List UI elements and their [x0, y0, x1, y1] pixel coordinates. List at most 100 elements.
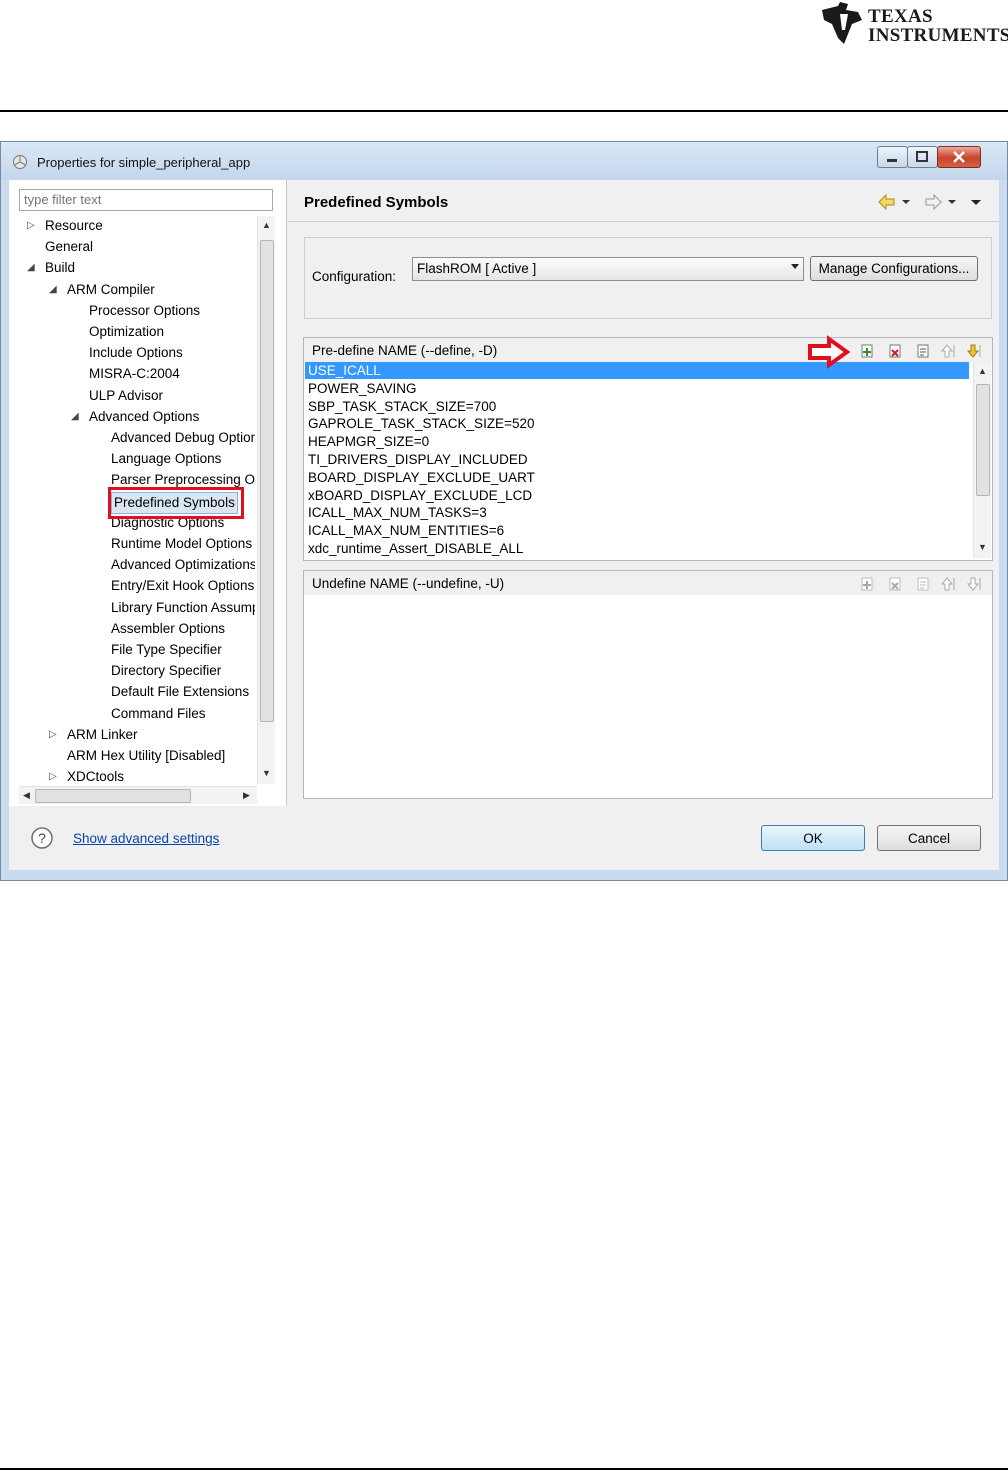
close-button[interactable]	[937, 146, 981, 168]
expanded-arrow-icon[interactable]: ◢	[71, 407, 79, 427]
header-rule	[0, 110, 1008, 112]
configuration-select[interactable]: FlashROM [ Active ]	[412, 257, 804, 281]
scroll-down-icon[interactable]: ▼	[978, 542, 987, 552]
dialog-button-bar: ? Show advanced settings OK Cancel	[9, 816, 999, 870]
add-icon[interactable]	[859, 576, 875, 592]
svg-text:?: ?	[38, 830, 46, 846]
cancel-button[interactable]: Cancel	[877, 825, 981, 851]
annotation-highlight-box	[108, 487, 244, 519]
delete-icon[interactable]	[887, 343, 903, 359]
minimize-icon	[887, 159, 897, 162]
collapsed-arrow-icon[interactable]: ▷	[49, 725, 57, 745]
tree-item-label: Optimization	[89, 324, 165, 339]
tree-vertical-scrollbar[interactable]: ▲ ▼	[257, 216, 275, 784]
tree-item-label: Assembler Options	[111, 620, 226, 636]
collapsed-arrow-icon[interactable]: ▷	[49, 767, 57, 784]
tree-item-label: Advanced Options	[89, 408, 200, 424]
scroll-up-icon[interactable]: ▲	[978, 366, 987, 376]
title-separator	[288, 221, 999, 222]
view-menu-icon[interactable]	[968, 192, 984, 212]
chevron-down-icon	[791, 264, 799, 269]
scroll-down-icon[interactable]: ▼	[262, 768, 271, 778]
app-icon	[13, 155, 27, 169]
undefine-panel-header: Undefine NAME (--undefine, -U)	[304, 571, 992, 595]
move-up-icon[interactable]	[939, 343, 955, 359]
maximize-icon	[916, 151, 928, 162]
edit-icon[interactable]	[915, 576, 931, 592]
left-pane: ▷ Resource General ◢ Build ◢ ARM Compiler Proce…	[9, 180, 287, 806]
ti-logo-icon	[822, 2, 862, 44]
tree-item-label: Advanced Optimizations	[111, 557, 255, 573]
tree-item-label: Language Options	[111, 451, 222, 467]
delete-icon[interactable]	[887, 576, 903, 592]
scroll-right-icon[interactable]: ▶	[243, 790, 250, 801]
properties-dialog: Properties for simple_peripheral_app ▷ Re…	[0, 141, 1008, 881]
expanded-arrow-icon[interactable]: ◢	[49, 280, 57, 300]
ok-button[interactable]: OK	[761, 825, 865, 851]
maximize-button[interactable]	[907, 146, 938, 168]
scroll-thumb[interactable]	[35, 789, 191, 803]
expanded-arrow-icon[interactable]: ◢	[27, 258, 35, 278]
forward-arrow-icon[interactable]	[923, 192, 963, 212]
tree-item-label: Command Files	[111, 705, 206, 721]
scroll-left-icon[interactable]: ◀	[23, 790, 30, 801]
brand-line2: INSTRUMENTS	[868, 25, 1008, 46]
scroll-thumb[interactable]	[976, 384, 990, 496]
tree-item-label: Advanced Debug Options	[111, 430, 255, 445]
symbol-row[interactable]: xBOARD_DISPLAY_EXCLUDE_LCD	[305, 487, 969, 504]
manage-configurations-button[interactable]: Manage Configurations...	[810, 256, 978, 281]
tree-item-label: Entry/Exit Hook Options	[111, 578, 255, 594]
symbol-row[interactable]: xdc_runtime_Assert_DISABLE_ALL	[305, 540, 969, 557]
tree-item-label: ARM Compiler	[67, 281, 155, 297]
texas-instruments-logo: TEXAS INSTRUMENTS	[818, 2, 1008, 46]
tree-item-label: General	[45, 239, 94, 255]
tree-item-label: ARM Hex Utility [Disabled]	[67, 748, 226, 763]
tree-horizontal-scrollbar[interactable]: ◀ ▶	[19, 786, 257, 804]
tree-item-label: Build	[45, 260, 76, 276]
filter-input[interactable]	[20, 190, 272, 208]
right-pane: Predefined Symbols Configuration: FlashR…	[288, 180, 999, 806]
symbol-row[interactable]: HEAPMGR_SIZE=0	[305, 433, 969, 450]
page-title: Predefined Symbols	[304, 194, 449, 211]
tree-item-label: Include Options	[89, 345, 183, 361]
symbol-row[interactable]: TI_DRIVERS_DISPLAY_INCLUDED	[305, 451, 969, 468]
symbol-row[interactable]: ICALL_MAX_NUM_TASKS=3	[305, 504, 969, 521]
predefine-panel-header: Pre-define NAME (--define, -D)	[304, 338, 992, 362]
predefine-panel-title: Pre-define NAME (--define, -D)	[312, 343, 498, 358]
symbol-row[interactable]: USE_ICALL	[305, 362, 969, 379]
tree-item-label: Resource	[45, 218, 103, 233]
tree-item-label: Library Function Assumptions	[111, 599, 255, 615]
scroll-up-icon[interactable]: ▲	[262, 220, 271, 230]
move-up-icon[interactable]	[939, 576, 955, 592]
symbol-row[interactable]: GAPROLE_TASK_STACK_SIZE=520	[305, 415, 969, 432]
scroll-thumb[interactable]	[260, 240, 274, 722]
close-icon	[953, 151, 965, 163]
back-arrow-icon[interactable]	[877, 192, 917, 212]
minimize-button[interactable]	[877, 146, 908, 168]
edit-icon[interactable]	[915, 343, 931, 359]
configuration-value: FlashROM [ Active ]	[417, 261, 537, 276]
tree-item-label: ULP Advisor	[89, 387, 164, 403]
symbol-row[interactable]: ICALL_MAX_NUM_ENTITIES=6	[305, 522, 969, 539]
symbol-row[interactable]: BOARD_DISPLAY_EXCLUDE_UART	[305, 469, 969, 486]
symbol-row[interactable]: SBP_TASK_STACK_SIZE=700	[305, 398, 969, 415]
show-advanced-settings-link[interactable]: Show advanced settings	[73, 831, 219, 846]
collapsed-arrow-icon[interactable]: ▷	[27, 216, 35, 236]
filter-box	[19, 189, 273, 211]
add-icon[interactable]	[859, 343, 875, 359]
dialog-client: ▷ Resource General ◢ Build ◢ ARM Compiler Proce…	[9, 180, 999, 870]
tree-item-label: File Type Specifier	[111, 642, 222, 657]
symbols-vertical-scrollbar[interactable]: ▲ ▼	[973, 362, 991, 558]
tree-item-label: Processor Options	[89, 302, 201, 318]
window-title: Properties for simple_peripheral_app	[37, 155, 251, 170]
tree-item-label: XDCtools	[67, 769, 125, 784]
move-down-icon[interactable]	[965, 576, 981, 592]
predefine-panel: Pre-define NAME (--define, -D) USE_ICALL…	[303, 337, 993, 561]
undefine-panel-title: Undefine NAME (--undefine, -U)	[312, 576, 505, 591]
predefined-symbols-list[interactable]: USE_ICALL POWER_SAVING SBP_TASK_STACK_SIZE…	[305, 362, 969, 558]
footer-rule	[0, 1468, 1008, 1470]
help-icon[interactable]: ?	[31, 827, 53, 849]
tree-item-label: ARM Linker	[67, 726, 138, 742]
move-down-icon[interactable]	[965, 343, 981, 359]
symbol-row[interactable]: POWER_SAVING	[305, 380, 969, 397]
